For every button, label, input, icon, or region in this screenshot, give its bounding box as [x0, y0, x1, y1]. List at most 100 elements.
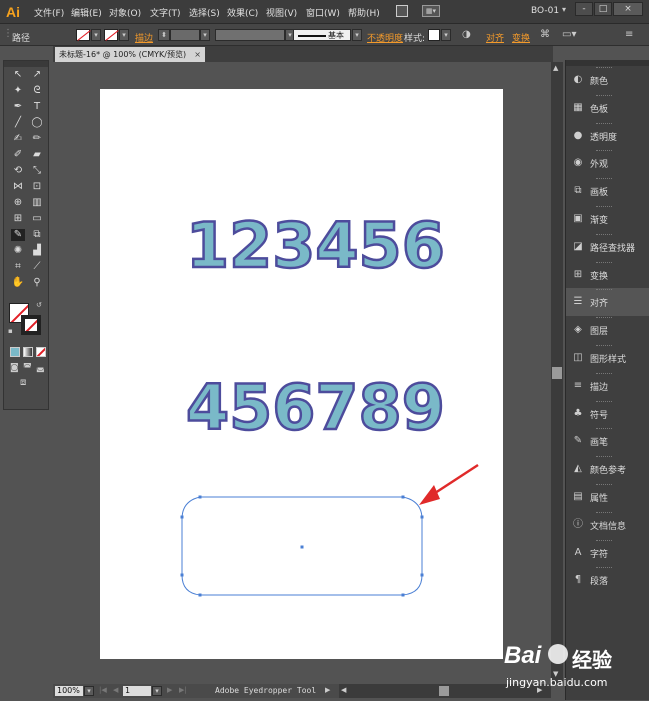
status-menu-icon[interactable]: ▶ [325, 686, 330, 694]
isolate-icon[interactable]: ⌘ [540, 29, 550, 40]
menu-effect[interactable]: 效果(C) [227, 6, 258, 19]
stroke-swatch[interactable] [104, 29, 118, 41]
stroke-weight-stepper[interactable]: ⬍ [158, 29, 170, 41]
none-mode-icon[interactable] [36, 347, 46, 357]
draw-behind-icon[interactable]: ◚ [23, 363, 32, 373]
symbol-sprayer-tool-icon[interactable]: ✺ [11, 245, 25, 257]
panel-grip[interactable] [596, 428, 612, 430]
panel-grip[interactable] [596, 372, 612, 375]
panel-item-document-info[interactable]: ⓘ 文档信息 [566, 511, 649, 539]
panel-grip[interactable] [596, 567, 612, 569]
stroke-weight-input[interactable] [170, 29, 200, 41]
menu-view[interactable]: 视图(V) [266, 6, 297, 19]
fill-swatch[interactable] [76, 29, 90, 41]
tools-panel-header[interactable] [4, 61, 48, 67]
draw-normal-icon[interactable]: ◙ [10, 363, 19, 373]
panel-grip[interactable] [596, 484, 612, 486]
previous-artboard-icon[interactable]: ◀ [113, 686, 118, 694]
panel-grip[interactable] [596, 539, 612, 542]
panel-item-symbols[interactable]: ♣ 符号 [566, 400, 649, 428]
panel-item-align[interactable]: ☰ 对齐 [566, 288, 649, 317]
panel-item-artboards[interactable]: ⧉ 画板 [566, 177, 649, 205]
selected-rounded-rect[interactable] [160, 449, 500, 609]
line-tool-icon[interactable]: ╱ [11, 117, 25, 129]
close-tab-icon[interactable]: × [194, 47, 201, 62]
panel-item-appearance[interactable]: ◉ 外观 [566, 149, 649, 177]
variable-width-profile[interactable] [215, 29, 285, 41]
screen-mode-icon[interactable]: ⧈ [20, 377, 26, 388]
gradient-tool-icon[interactable]: ▭ [30, 213, 44, 225]
brush-definition[interactable]: 基本 [293, 29, 351, 41]
panel-grip[interactable] [596, 122, 612, 125]
panel-item-palette[interactable]: ◐ 颜色 [566, 66, 649, 94]
panel-grip[interactable] [596, 67, 612, 69]
eraser-tool-icon[interactable]: ▰ [30, 149, 44, 161]
close-window-button[interactable]: × [613, 2, 643, 16]
eyedropper-tool-icon[interactable]: ✎ [11, 229, 25, 241]
panel-item-transparency[interactable]: ● 透明度 [566, 122, 649, 150]
vertical-scrollbar[interactable]: ▲ ▼ [551, 62, 563, 684]
mesh-tool-icon[interactable]: ⊞ [11, 213, 25, 225]
horizontal-scroll-thumb[interactable] [439, 686, 449, 696]
menu-type[interactable]: 文字(T) [150, 6, 181, 19]
panel-menu-icon[interactable]: ≡ [625, 29, 633, 40]
pencil-tool-icon[interactable]: ✏ [30, 133, 44, 145]
blend-tool-icon[interactable]: ⧉ [30, 229, 44, 241]
fill-dropdown[interactable]: ▾ [91, 29, 101, 41]
gradient-mode-icon[interactable] [23, 347, 33, 357]
panel-grip[interactable] [596, 317, 612, 319]
panel-item-paragraph[interactable]: ¶ 段落 [566, 566, 649, 594]
arrange-documents-icon[interactable]: ▦▾ [422, 5, 440, 17]
brush-dropdown[interactable]: ▾ [352, 29, 362, 41]
chevron-down-icon[interactable]: ▾ [562, 5, 566, 14]
panel-item-swatches[interactable]: ▦ 色板 [566, 94, 649, 122]
perspective-grid-tool-icon[interactable]: ▥ [30, 197, 44, 209]
artboard[interactable]: 123456 456789 [100, 89, 503, 659]
artboard-dropdown[interactable]: ▾ [152, 686, 162, 696]
ellipse-tool-icon[interactable]: ◯ [30, 117, 44, 129]
menu-file[interactable]: 文件(F) [34, 6, 64, 19]
menu-edit[interactable]: 编辑(E) [71, 6, 102, 19]
bridge-icon[interactable] [396, 5, 408, 17]
panel-item-attributes[interactable]: ▤ 属性 [566, 483, 649, 511]
panel-item-character[interactable]: A 字符 [566, 539, 649, 567]
artboard-number-input[interactable]: 1 [123, 686, 151, 696]
swap-colors-icon[interactable]: ↺ [36, 301, 42, 309]
text-line-1[interactable]: 123456 [185, 208, 446, 284]
stroke-weight-dropdown[interactable]: ▾ [200, 29, 210, 41]
zoom-tool-icon[interactable]: ⚲ [30, 277, 44, 289]
panel-item-layers[interactable]: ◈ 图层 [566, 316, 649, 344]
zoom-dropdown[interactable]: ▾ [84, 686, 94, 696]
lasso-tool-icon[interactable]: ᘓ [30, 85, 44, 97]
align-link[interactable]: 对齐 [486, 31, 504, 44]
color-mode-icon[interactable] [10, 347, 20, 357]
menu-object[interactable]: 对象(O) [109, 6, 141, 19]
panel-item-stroke[interactable]: ≡ 描边 [566, 372, 649, 400]
menu-help[interactable]: 帮助(H) [348, 6, 380, 19]
transform-link[interactable]: 变换 [512, 31, 530, 44]
scale-tool-icon[interactable]: ⤡ [30, 165, 44, 177]
panel-grip[interactable] [596, 289, 612, 291]
graphic-style-dropdown[interactable]: ▾ [441, 29, 451, 41]
panel-item-graphic-styles[interactable]: ◫ 图形样式 [566, 344, 649, 372]
first-artboard-icon[interactable]: |◀ [99, 686, 107, 694]
selection-tool-icon[interactable]: ↖ [11, 69, 25, 81]
panel-grip[interactable] [596, 400, 612, 403]
pen-tool-icon[interactable]: ✒ [11, 101, 25, 113]
panel-item-transform[interactable]: ⊞ 变换 [566, 261, 649, 289]
opacity-link[interactable]: 不透明度 [367, 31, 403, 44]
document-tab[interactable]: 未标题-16* @ 100% (CMYK/预览) × [55, 47, 205, 62]
options-icon[interactable]: ▭▾ [562, 29, 576, 40]
blob-brush-tool-icon[interactable]: ✐ [11, 149, 25, 161]
rotate-tool-icon[interactable]: ⟲ [11, 165, 25, 177]
zoom-input[interactable]: 100% [55, 686, 83, 696]
panel-grip[interactable] [596, 456, 612, 458]
hand-tool-icon[interactable]: ✋ [11, 277, 25, 289]
direct-selection-tool-icon[interactable]: ↗ [30, 69, 44, 81]
slice-tool-icon[interactable]: ⟋ [30, 261, 44, 273]
vertical-scroll-thumb[interactable] [552, 367, 562, 379]
stroke-color-box[interactable] [21, 315, 41, 335]
panel-grip[interactable] [596, 261, 612, 264]
text-line-2[interactable]: 456789 [185, 370, 446, 446]
artboard-tool-icon[interactable]: ⌗ [11, 261, 25, 273]
